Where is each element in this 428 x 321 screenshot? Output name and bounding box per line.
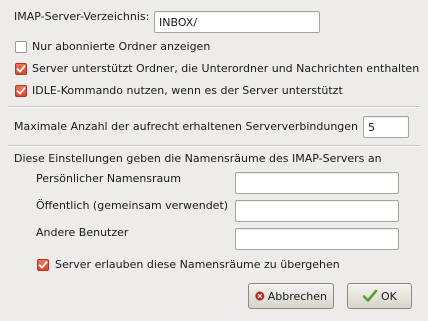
override-namespaces-label[interactable]: Server erlauben diese Namensräume zu übe… xyxy=(55,258,340,272)
subscribed-only-label[interactable]: Nur abonnierte Ordner anzeigen xyxy=(32,40,210,54)
max-connections-label: Maximale Anzahl der aufrecht erhaltenen … xyxy=(14,120,359,133)
override-namespaces-checkbox[interactable] xyxy=(37,259,49,271)
idle-command-checkbox[interactable] xyxy=(15,85,27,97)
cancel-button-label: Abbrechen xyxy=(267,289,327,303)
checkmark-icon xyxy=(16,87,26,95)
checkmark-icon xyxy=(362,289,378,302)
separator xyxy=(8,145,420,147)
ok-button-label: OK xyxy=(381,289,397,303)
server-directory-label: IMAP-Server-Verzeichnis: xyxy=(14,10,150,23)
folders-with-subfolders-checkbox[interactable] xyxy=(15,63,27,75)
other-users-namespace-label: Andere Benutzer xyxy=(36,226,129,239)
cancel-icon xyxy=(255,291,265,301)
server-directory-input[interactable] xyxy=(154,11,320,33)
personal-namespace-input[interactable] xyxy=(235,172,399,194)
checkmark-icon xyxy=(16,65,26,73)
folders-with-subfolders-label[interactable]: Server unterstützt Ordner, die Unterordn… xyxy=(32,62,419,76)
max-connections-input[interactable] xyxy=(363,116,409,138)
idle-command-label[interactable]: IDLE-Kommando nutzen, wenn es der Server… xyxy=(32,84,343,98)
ok-button[interactable]: OK xyxy=(347,283,412,309)
separator xyxy=(8,106,420,108)
namespaces-intro: Diese Einstellungen geben die Namensräum… xyxy=(14,152,382,165)
subscribed-only-checkbox[interactable] xyxy=(15,41,27,53)
cancel-button[interactable]: Abbrechen xyxy=(248,283,334,309)
public-namespace-input[interactable] xyxy=(235,200,399,222)
personal-namespace-label: Persönlicher Namensraum xyxy=(36,172,181,185)
other-users-namespace-input[interactable] xyxy=(235,228,399,250)
checkmark-icon xyxy=(38,261,48,269)
public-namespace-label: Öffentlich (gemeinsam verwendet) xyxy=(36,199,229,212)
